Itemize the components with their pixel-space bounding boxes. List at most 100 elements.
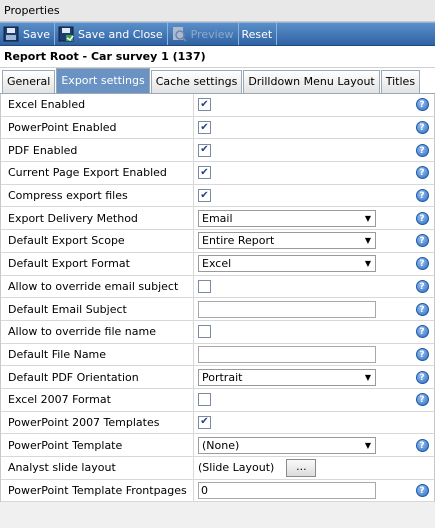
help-cell: ?	[410, 253, 434, 275]
property-value	[194, 389, 410, 411]
property-label: PDF Enabled	[1, 139, 194, 162]
help-icon[interactable]: ?	[415, 325, 429, 339]
pdf-enabled-checkbox[interactable]: ✔	[198, 143, 211, 157]
property-label: PowerPoint Template	[1, 434, 194, 456]
help-icon[interactable]: ?	[415, 279, 429, 293]
tab-general[interactable]: General	[2, 70, 56, 93]
property-value: (Slide Layout)...	[194, 457, 410, 479]
help-cell: ?	[410, 276, 434, 298]
select-value: Portrait	[202, 370, 243, 384]
property-row-powerpoint-2007-templates: PowerPoint 2007 Templates ✔	[1, 411, 434, 435]
help-cell: ?	[410, 94, 434, 116]
reset-label: Reset	[241, 27, 273, 41]
help-cell: ?	[410, 321, 434, 343]
preview-label: Preview	[190, 27, 234, 41]
window-title: Properties	[0, 0, 435, 22]
property-row-powerpoint-enabled: PowerPoint Enabled ✔?	[1, 116, 434, 140]
default-file-name-input[interactable]	[198, 345, 376, 363]
property-value: Entire Report ▼	[194, 230, 410, 252]
reset-button[interactable]: Reset	[239, 23, 278, 45]
property-label: PowerPoint 2007 Templates	[1, 411, 194, 434]
help-cell: ?	[410, 117, 434, 139]
help-icon[interactable]: ?	[415, 189, 429, 203]
property-label: Excel Enabled	[1, 94, 194, 116]
property-row-default-email-subject: Default Email Subject?	[1, 298, 434, 321]
help-icon[interactable]: ?	[415, 166, 429, 180]
property-value: ✔	[194, 117, 410, 139]
property-row-excel-2007-format: Excel 2007 Format?	[1, 388, 434, 412]
property-row-default-export-format: Default Export Format Excel ▼?	[1, 252, 434, 276]
help-icon[interactable]: ?	[415, 393, 429, 407]
help-icon[interactable]: ?	[415, 347, 429, 361]
chevron-down-icon: ▼	[364, 372, 372, 382]
allow-to-override-email-subject-checkbox[interactable]	[198, 279, 211, 293]
browse-button[interactable]: ...	[286, 458, 317, 477]
default-email-subject-input[interactable]	[198, 300, 376, 318]
save-and-close-button[interactable]: Save and Close	[55, 23, 168, 45]
default-export-scope-select[interactable]: Entire Report ▼	[198, 232, 376, 250]
property-label: Default PDF Orientation	[1, 366, 194, 388]
floppy-disk-icon	[3, 26, 19, 42]
tab-drilldown-menu-layout[interactable]: Drilldown Menu Layout	[243, 70, 380, 93]
property-value	[194, 344, 410, 366]
save-and-close-label: Save and Close	[78, 27, 163, 41]
help-icon[interactable]: ?	[415, 143, 429, 157]
save-button[interactable]: Save	[0, 23, 56, 45]
help-cell	[410, 457, 434, 479]
tab-cache-settings[interactable]: Cache settings	[150, 70, 243, 93]
property-label: Allow to override file name	[1, 320, 194, 343]
property-row-allow-to-override-email-subject: Allow to override email subject?	[1, 275, 434, 299]
property-label: PowerPoint Enabled	[1, 116, 194, 139]
property-row-default-export-scope: Default Export Scope Entire Report ▼?	[1, 230, 434, 253]
magnifier-icon	[172, 27, 187, 42]
current-page-export-enabled-checkbox[interactable]: ✔	[198, 166, 211, 180]
select-value: (None)	[202, 438, 240, 452]
help-cell	[410, 412, 434, 434]
property-value: ✔	[194, 162, 410, 184]
select-value: Email	[202, 211, 233, 225]
property-row-default-file-name: Default File Name?	[1, 343, 434, 367]
help-icon[interactable]: ?	[415, 370, 429, 384]
compress-export-files-checkbox[interactable]: ✔	[198, 189, 211, 203]
powerpoint-template-select[interactable]: (None) ▼	[198, 436, 376, 454]
property-label: Default Export Scope	[1, 230, 194, 252]
tab-export-settings[interactable]: Export settings	[56, 68, 150, 93]
property-row-analyst-slide-layout: Analyst slide layout (Slide Layout)...	[1, 457, 434, 480]
help-icon[interactable]: ?	[415, 484, 429, 498]
powerpoint-template-frontpages-input[interactable]	[198, 482, 376, 500]
property-value: ✔	[194, 139, 410, 161]
property-value: ✔	[194, 94, 410, 116]
chevron-down-icon: ▼	[364, 440, 372, 450]
property-row-powerpoint-template-frontpages: PowerPoint Template Frontpages?	[1, 479, 434, 503]
powerpoint-2007-templates-checkbox[interactable]: ✔	[198, 415, 211, 429]
help-icon[interactable]: ?	[415, 257, 429, 271]
property-value	[194, 480, 410, 502]
excel-enabled-checkbox[interactable]: ✔	[198, 98, 211, 112]
default-export-format-select[interactable]: Excel ▼	[198, 255, 376, 273]
property-label: Default File Name	[1, 343, 194, 366]
property-value	[194, 298, 410, 320]
report-title: Report Root - Car survey 1 (137)	[0, 46, 435, 68]
property-value	[194, 321, 410, 343]
help-icon[interactable]: ?	[415, 121, 429, 135]
property-label: Export Delivery Method	[1, 207, 194, 230]
help-icon[interactable]: ?	[415, 211, 429, 225]
excel-2007-format-checkbox[interactable]	[198, 393, 211, 407]
default-pdf-orientation-select[interactable]: Portrait ▼	[198, 368, 376, 386]
preview-button[interactable]: Preview	[168, 23, 239, 45]
analyst-slide-layout-value: (Slide Layout)	[198, 461, 275, 475]
help-cell: ?	[410, 480, 434, 502]
allow-to-override-file-name-checkbox[interactable]	[198, 325, 211, 339]
help-cell: ?	[410, 434, 434, 456]
save-close-icon	[58, 26, 74, 42]
help-icon[interactable]: ?	[415, 234, 429, 248]
property-value: Email ▼	[194, 207, 410, 229]
tab-titles[interactable]: Titles	[380, 70, 421, 93]
help-icon[interactable]: ?	[415, 438, 429, 452]
powerpoint-enabled-checkbox[interactable]: ✔	[198, 121, 211, 135]
export-delivery-method-select[interactable]: Email ▼	[198, 209, 376, 227]
help-icon[interactable]: ?	[415, 98, 429, 112]
property-row-export-delivery-method: Export Delivery Method Email ▼?	[1, 207, 434, 231]
property-label: Default Export Format	[1, 252, 194, 275]
help-icon[interactable]: ?	[415, 302, 429, 316]
